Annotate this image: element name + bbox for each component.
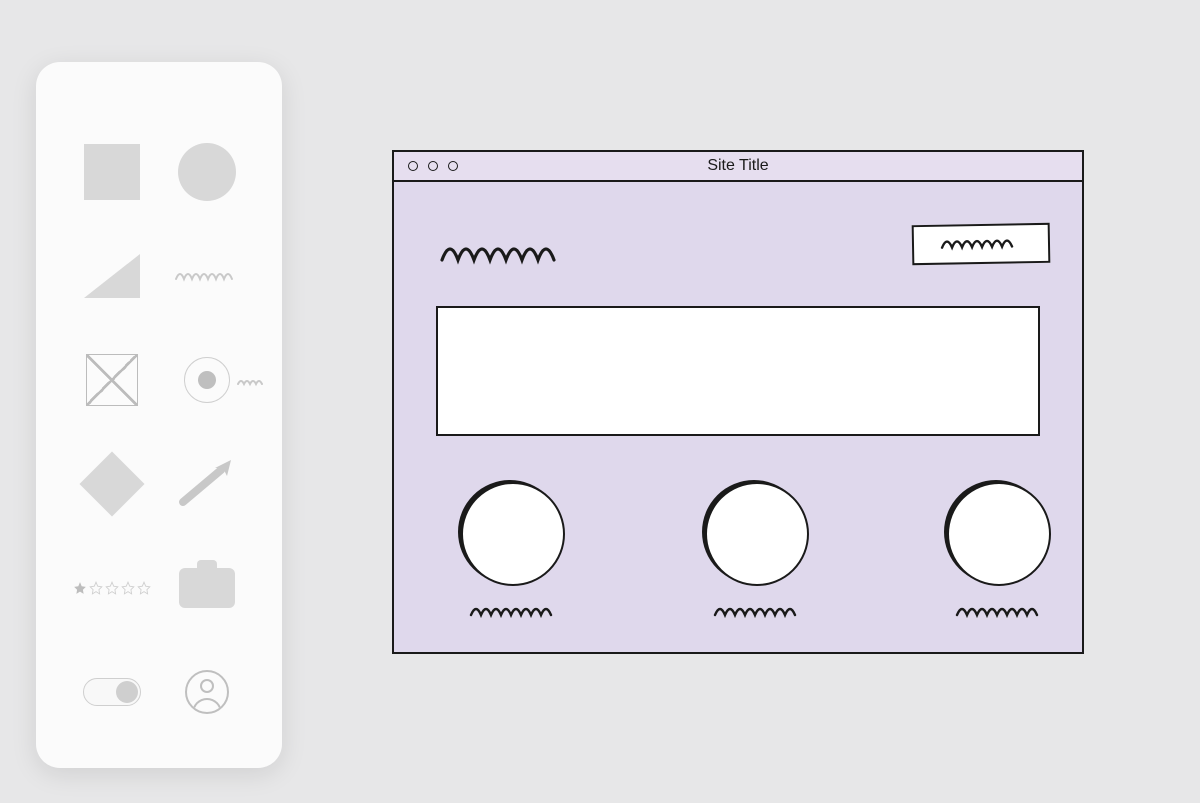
- shape-toggle[interactable]: [72, 656, 152, 728]
- window-titlebar: Site Title: [394, 152, 1082, 182]
- star-icon: [89, 581, 103, 595]
- feature-icon-placeholder: [705, 482, 809, 586]
- mockup-browser-window[interactable]: Site Title: [392, 150, 1084, 654]
- shape-card[interactable]: [167, 552, 247, 624]
- shape-diamond[interactable]: [72, 448, 152, 520]
- shape-star-rating[interactable]: [72, 552, 152, 624]
- feature-icon-placeholder: [461, 482, 565, 586]
- cta-button-placeholder[interactable]: [912, 223, 1051, 265]
- shape-radio[interactable]: [167, 344, 247, 416]
- feature-label-placeholder: [712, 604, 802, 620]
- mockup-page: [394, 182, 1082, 652]
- shape-circle[interactable]: [167, 136, 247, 208]
- site-logo-placeholder[interactable]: [438, 238, 578, 273]
- shape-avatar[interactable]: [167, 656, 247, 728]
- shape-triangle[interactable]: [72, 240, 152, 312]
- feature-icon-placeholder: [947, 482, 1051, 586]
- star-icon: [121, 581, 135, 595]
- shape-scribble[interactable]: [167, 240, 247, 312]
- feature-2[interactable]: [698, 482, 816, 620]
- feature-1[interactable]: [454, 482, 572, 620]
- feature-label-placeholder: [954, 604, 1044, 620]
- star-icon: [73, 581, 87, 595]
- star-icon: [137, 581, 151, 595]
- hero-image-placeholder[interactable]: [436, 306, 1040, 436]
- shape-square[interactable]: [72, 136, 152, 208]
- window-title: Site Title: [394, 157, 1082, 175]
- feature-label-placeholder: [468, 604, 558, 620]
- star-icon: [105, 581, 119, 595]
- feature-3[interactable]: [940, 482, 1058, 620]
- shape-image-placeholder[interactable]: [72, 344, 152, 416]
- shapes-palette: [36, 62, 282, 768]
- shape-arrow[interactable]: [167, 448, 247, 520]
